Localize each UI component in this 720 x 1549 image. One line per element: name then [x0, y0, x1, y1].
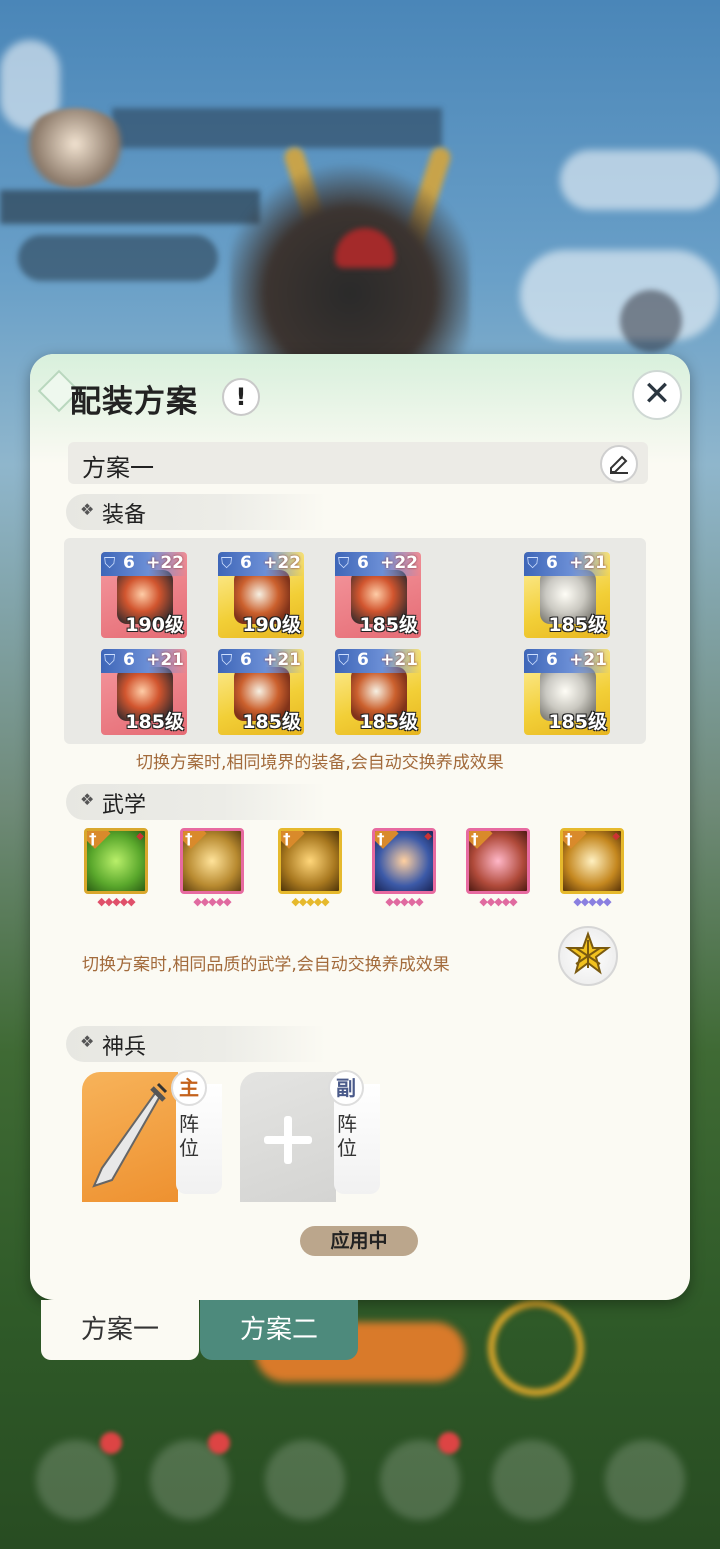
- section-star-icon: ❖: [80, 500, 95, 519]
- equipment-enhance: +21: [263, 650, 301, 670]
- sword-icon: †: [471, 830, 479, 848]
- shield-icon: ⛉: [221, 554, 233, 572]
- equipment-enhance: +22: [380, 553, 418, 573]
- equipment-enhance: +21: [569, 650, 607, 670]
- section-label: 装备: [102, 503, 147, 528]
- equipment-slot[interactable]: ⛉ 6 +22 190级: [218, 552, 304, 638]
- section-header-martial-arts: ❖ 武学: [66, 784, 326, 820]
- equipment-level: 190级: [125, 614, 184, 636]
- skill-slot[interactable]: †: [278, 828, 342, 894]
- sub-weapon-slot[interactable]: [240, 1072, 336, 1202]
- dialog-title: 配装方案: [70, 384, 198, 420]
- shield-icon: ⛉: [104, 554, 116, 572]
- close-button[interactable]: ✕: [632, 370, 682, 420]
- skill-pips: ◆◆◆◆◆: [291, 895, 329, 908]
- skill-pips: ◆◆◆◆◆: [193, 895, 231, 908]
- sub-position-label: 阵位: [337, 1112, 357, 1160]
- equipment-grid: ⛉ 6 +22 190级 ⛉ 6 +22 190级 ⛉ 6 +22 185级 ⛉…: [64, 538, 646, 744]
- main-weapon-slot[interactable]: [82, 1072, 178, 1202]
- equipment-note: 切换方案时,相同境界的装备,会自动交换养成效果: [136, 753, 504, 773]
- shield-icon: ⛉: [527, 554, 539, 572]
- section-star-icon: ❖: [80, 790, 95, 809]
- equipment-slot[interactable]: ⛉ 6 +21 185级: [524, 649, 610, 735]
- equipment-level: 185级: [359, 614, 418, 636]
- equipment-slot[interactable]: ⛉ 6 +22 185级: [335, 552, 421, 638]
- tab-plan-two[interactable]: 方案二: [200, 1300, 358, 1360]
- skill-slot[interactable]: † ◆: [84, 828, 148, 894]
- martial-arts-note: 切换方案时,相同品质的武学,会自动交换养成效果: [82, 955, 450, 975]
- equipment-tier: 6: [357, 650, 369, 670]
- shield-icon: ⛉: [104, 651, 116, 669]
- tab-plan-one[interactable]: 方案一: [41, 1300, 199, 1360]
- equipment-slot[interactable]: ⛉ 6 +21 185级: [335, 649, 421, 735]
- sword-icon: †: [565, 830, 573, 848]
- shield-icon: ⛉: [338, 651, 350, 669]
- sword-icon: †: [89, 830, 97, 848]
- skill-tag: ◆: [136, 831, 144, 842]
- skill-tag: ◆: [612, 831, 620, 842]
- skill-slot[interactable]: † ◆: [372, 828, 436, 894]
- main-badge: 主: [171, 1070, 207, 1106]
- sword-icon: †: [377, 830, 385, 848]
- edit-plan-button[interactable]: [600, 445, 638, 483]
- equipment-slot[interactable]: ⛉ 6 +22 190级: [101, 552, 187, 638]
- plan-name-bar: 方案一: [68, 442, 648, 484]
- skill-slot[interactable]: †: [180, 828, 244, 894]
- shield-icon: ⛉: [338, 554, 350, 572]
- equipment-tier: 6: [240, 553, 252, 573]
- star-icon: [565, 931, 611, 975]
- section-label: 武学: [102, 793, 147, 818]
- equipment-enhance: +22: [146, 553, 184, 573]
- blade-icon: [92, 1082, 168, 1188]
- star-button[interactable]: [558, 926, 618, 986]
- equipment-enhance: +21: [569, 553, 607, 573]
- shield-icon: ⛉: [527, 651, 539, 669]
- equipment-tier: 6: [546, 553, 558, 573]
- equipment-enhance: +22: [263, 553, 301, 573]
- section-header-divine-weapon: ❖ 神兵: [66, 1026, 326, 1062]
- equipment-tier: 6: [123, 553, 135, 573]
- equipment-level: 185级: [359, 711, 418, 733]
- skill-tag: ◆: [424, 831, 432, 842]
- section-label: 神兵: [102, 1035, 147, 1060]
- equipment-slot[interactable]: ⛉ 6 +21 185级: [218, 649, 304, 735]
- section-star-icon: ❖: [80, 1032, 95, 1051]
- equipment-tier: 6: [123, 650, 135, 670]
- skill-pips: ◆◆◆◆◆: [573, 895, 611, 908]
- equipment-enhance: +21: [380, 650, 418, 670]
- status-badge: 应用中: [300, 1226, 418, 1256]
- shield-icon: ⛉: [221, 651, 233, 669]
- exclamation-icon[interactable]: !: [222, 378, 260, 416]
- skill-pips: ◆◆◆◆◆: [479, 895, 517, 908]
- equipment-level: 185级: [548, 711, 607, 733]
- plan-name: 方案一: [82, 454, 154, 482]
- skill-pips: ◆◆◆◆◆: [385, 895, 423, 908]
- equipment-level: 185级: [242, 711, 301, 733]
- sword-icon: †: [185, 830, 193, 848]
- skill-slot[interactable]: † ◆: [560, 828, 624, 894]
- loadout-dialog: 配装方案 ! ✕ 方案一 ❖ 装备 ⛉ 6 +22 190级 ⛉ 6 +22 1…: [30, 354, 690, 1300]
- equipment-enhance: +21: [146, 650, 184, 670]
- section-header-equipment: ❖ 装备: [66, 494, 326, 530]
- close-x-icon: ✕: [642, 374, 672, 414]
- equipment-level: 185级: [125, 711, 184, 733]
- skill-pips: ◆◆◆◆◆: [97, 895, 135, 908]
- skill-slot[interactable]: †: [466, 828, 530, 894]
- sub-badge: 副: [328, 1070, 364, 1106]
- edit-pencil-icon: [610, 455, 628, 474]
- equipment-slot[interactable]: ⛉ 6 +21 185级: [524, 552, 610, 638]
- equipment-tier: 6: [240, 650, 252, 670]
- plus-icon: [264, 1116, 312, 1164]
- equipment-tier: 6: [357, 553, 369, 573]
- main-position-label: 阵位: [179, 1112, 199, 1160]
- equipment-tier: 6: [546, 650, 558, 670]
- equipment-level: 190级: [242, 614, 301, 636]
- equipment-slot[interactable]: ⛉ 6 +21 185级: [101, 649, 187, 735]
- sword-icon: †: [283, 830, 291, 848]
- equipment-level: 185级: [548, 614, 607, 636]
